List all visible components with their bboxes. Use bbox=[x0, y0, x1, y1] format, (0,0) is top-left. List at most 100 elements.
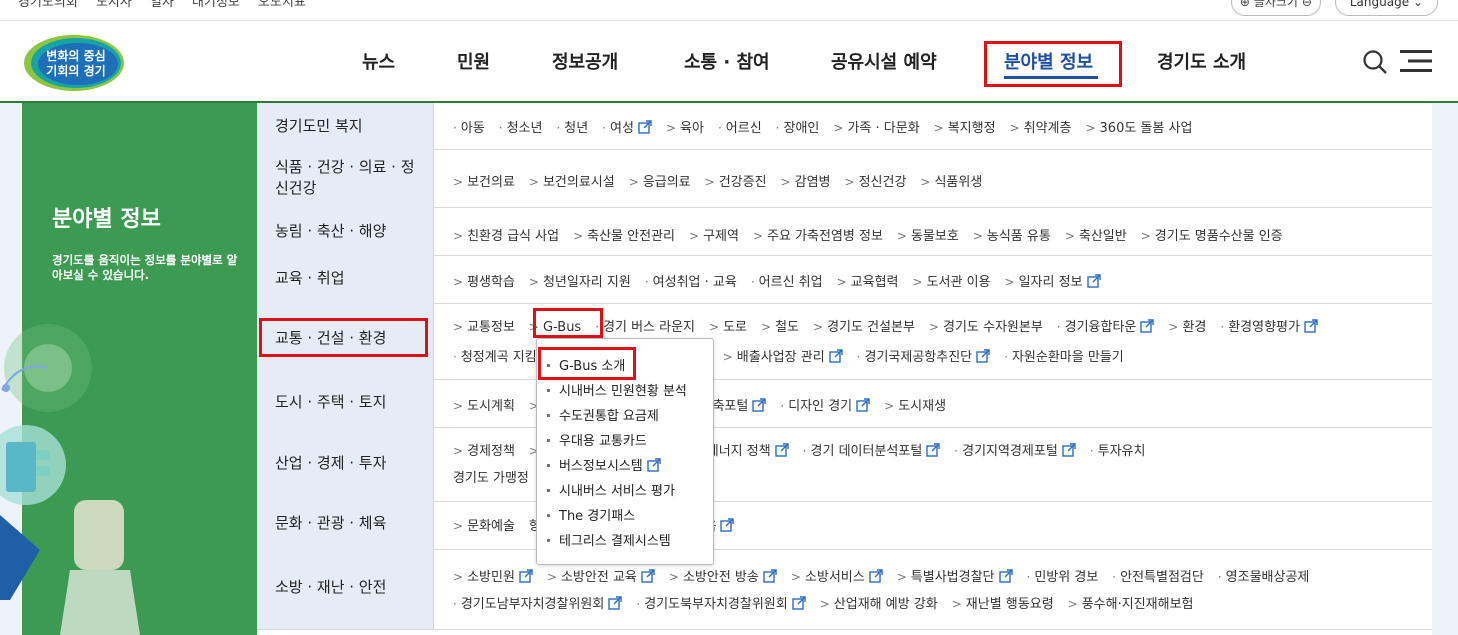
zoom-out-icon[interactable]: ⊖ bbox=[1302, 0, 1312, 9]
category-link[interactable]: >360도 돌봄 사업 bbox=[1085, 121, 1192, 136]
category-link[interactable]: > 감염병 bbox=[781, 175, 831, 190]
utility-link[interactable]: 오도지표 bbox=[258, 0, 306, 10]
category-link[interactable]: > 구제역 bbox=[689, 229, 739, 244]
category-link[interactable]: > 경기도 수자원본부 bbox=[929, 320, 1043, 335]
category-link[interactable]: > 도로 bbox=[709, 320, 747, 335]
category-link[interactable]: > 청년일자리 지원 bbox=[529, 275, 631, 290]
category-link[interactable]: > 보건의료시설 bbox=[529, 175, 615, 190]
submenu-item[interactable]: 시내버스 민원현황 분석 bbox=[547, 380, 687, 399]
utility-link[interactable]: 일자 bbox=[150, 0, 174, 10]
nav-info-disclosure[interactable]: 정보공개 bbox=[552, 48, 618, 74]
category-cell[interactable]: 식품 · 건강 · 의료 · 정신건강 bbox=[257, 149, 434, 207]
utility-link[interactable]: 경기도의회 bbox=[18, 0, 78, 10]
category-link[interactable]: > 경기도 명품수산물 인증 bbox=[1141, 229, 1283, 244]
category-link[interactable]: · 어르신 취업 bbox=[751, 275, 823, 290]
nav-civil-service[interactable]: 민원 bbox=[457, 48, 490, 74]
nav-facility-reservation[interactable]: 공유시설 예약 bbox=[831, 48, 937, 74]
category-link[interactable]: > 철도 bbox=[761, 320, 799, 335]
category-label[interactable]: 소방 · 재난 · 안전 bbox=[275, 577, 386, 598]
category-link[interactable]: > 친환경 급식 사업 bbox=[453, 229, 559, 244]
category-link[interactable]: · 여성취업 · 교육 bbox=[645, 275, 737, 290]
category-link[interactable]: > 동물보호 bbox=[897, 229, 959, 244]
category-label[interactable]: 경기도민 복지 bbox=[275, 116, 363, 137]
category-cell[interactable]: 교육 · 취업 bbox=[257, 255, 434, 303]
category-link[interactable]: > 경기도 건설본부 bbox=[813, 320, 915, 335]
category-link[interactable]: · 영조물배상공제 bbox=[1218, 570, 1310, 585]
zoom-in-icon[interactable]: ⊕ bbox=[1240, 0, 1250, 9]
font-size-control[interactable]: ⊕ 글자크기 ⊖ bbox=[1230, 0, 1321, 16]
category-label[interactable]: 식품 · 건강 · 의료 · 정신건강 bbox=[275, 157, 415, 199]
category-link[interactable]: > 소방서비스 bbox=[791, 569, 883, 585]
utility-link[interactable]: 대기정보 bbox=[192, 0, 240, 10]
category-link[interactable]: · 여성 bbox=[602, 120, 652, 136]
nav-news[interactable]: 뉴스 bbox=[362, 48, 395, 74]
category-link[interactable]: · 어르신 bbox=[718, 121, 762, 136]
category-link[interactable]: > 산업재해 예방 강화 bbox=[820, 597, 938, 612]
category-link[interactable]: > 특별사법경찰단 bbox=[897, 569, 1013, 585]
category-link[interactable]: · 민방위 경보 bbox=[1027, 570, 1099, 585]
category-link[interactable]: > 도시재생 bbox=[884, 399, 946, 414]
category-link[interactable]: > 문화예술 bbox=[453, 519, 515, 534]
category-link[interactable]: > 가족 · 다문화 bbox=[833, 121, 919, 136]
category-link[interactable]: 경기도 가맹정 bbox=[453, 471, 529, 486]
category-link[interactable]: > 정신건강 bbox=[845, 175, 907, 190]
submenu-item[interactable]: The 경기패스 bbox=[547, 505, 635, 524]
nav-participation[interactable]: 소통 · 참여 bbox=[684, 48, 770, 74]
category-link[interactable]: > 환경 bbox=[1168, 320, 1206, 335]
submenu-item[interactable]: 수도권통합 요금제 bbox=[547, 405, 659, 424]
category-link[interactable]: > 취약계층 bbox=[1010, 121, 1072, 136]
category-link[interactable]: · 경기융합타운 bbox=[1057, 319, 1155, 335]
category-cell[interactable]: 농림 · 축산 · 해양 bbox=[257, 207, 434, 255]
category-link[interactable]: · 경기국제공항추진단 bbox=[857, 349, 990, 365]
category-link[interactable]: > 주요 가축전염병 정보 bbox=[753, 229, 883, 244]
menu-icon[interactable] bbox=[1400, 49, 1432, 73]
category-link[interactable]: · 경기 버스 라운지 bbox=[595, 320, 695, 335]
category-link[interactable]: · 청년 bbox=[556, 121, 588, 136]
category-link[interactable]: > 소방안전 방송 bbox=[669, 569, 777, 585]
category-link[interactable]: · 청정계곡 지킴 bbox=[453, 350, 537, 365]
category-link[interactable]: · 장애인 bbox=[776, 121, 820, 136]
category-link[interactable]: > 건강증진 bbox=[705, 175, 767, 190]
category-link[interactable]: · 경기도북부자치경찰위원회 bbox=[636, 596, 806, 612]
submenu-item[interactable]: 테그리스 결제시스템 bbox=[547, 530, 671, 549]
search-icon[interactable] bbox=[1362, 49, 1388, 75]
category-link[interactable]: · 경기지역경제포털 bbox=[954, 443, 1076, 459]
category-link[interactable]: · 환경영향평가 bbox=[1220, 319, 1318, 335]
category-link[interactable]: > 응급의료 bbox=[629, 175, 691, 190]
category-link[interactable]: > 축산물 안전관리 bbox=[573, 229, 675, 244]
language-button[interactable]: Language ⌄ bbox=[1334, 0, 1438, 16]
category-label[interactable]: 교육 · 취업 bbox=[275, 268, 345, 289]
category-cell[interactable]: 도시 · 주택 · 토지 bbox=[257, 379, 434, 427]
category-link[interactable]: > 소방안전 교육 bbox=[547, 569, 655, 585]
category-link[interactable]: > 경제정책 bbox=[453, 444, 515, 459]
category-cell[interactable]: 경기도민 복지 bbox=[257, 103, 434, 149]
category-cell[interactable]: 산업 · 경제 · 투자 bbox=[257, 427, 434, 501]
category-link[interactable]: > 도서관 이용 bbox=[913, 275, 991, 290]
category-link[interactable]: > 재난별 행동요령 bbox=[952, 597, 1054, 612]
category-link[interactable]: · 아동 bbox=[453, 121, 485, 136]
category-link[interactable]: · 투자유치 bbox=[1090, 444, 1146, 459]
category-cell[interactable]: 소방 · 재난 · 안전 bbox=[257, 549, 434, 629]
category-label[interactable]: 도시 · 주택 · 토지 bbox=[275, 392, 386, 413]
category-link[interactable]: > 배출사업장 관리 bbox=[723, 349, 843, 365]
submenu-item[interactable]: 버스정보시스템 bbox=[547, 455, 661, 476]
category-link[interactable]: · 안전특별점검단 bbox=[1112, 570, 1204, 585]
category-link[interactable]: > 평생학습 bbox=[453, 275, 515, 290]
category-link[interactable]: · 청소년 bbox=[499, 121, 543, 136]
nav-about-gyeonggi[interactable]: 경기도 소개 bbox=[1157, 48, 1246, 74]
category-link[interactable]: > 일자리 정보 bbox=[1005, 274, 1101, 290]
utility-link[interactable]: 도지사 bbox=[96, 0, 132, 10]
site-logo[interactable]: 변화의 중심 기회의 경기 bbox=[22, 33, 126, 93]
category-link[interactable]: > 식품위생 bbox=[920, 175, 982, 190]
category-link[interactable]: > 육아 bbox=[666, 121, 704, 136]
category-label[interactable]: 농림 · 축산 · 해양 bbox=[275, 221, 386, 242]
category-link[interactable]: · 경기도남부자치경찰위원회 bbox=[453, 596, 623, 612]
category-link[interactable]: > 농식품 유통 bbox=[973, 229, 1051, 244]
category-link[interactable]: > 교통정보 bbox=[453, 320, 515, 335]
category-link[interactable]: > 소방민원 bbox=[453, 569, 533, 585]
category-link[interactable]: · 경기 데이터분석포털 bbox=[803, 443, 941, 459]
category-link[interactable]: > 교육협력 bbox=[837, 275, 899, 290]
submenu-item[interactable]: 우대용 교통카드 bbox=[547, 430, 647, 449]
category-link[interactable]: > 도시계획 bbox=[453, 399, 515, 414]
category-link[interactable]: > 축산일반 bbox=[1065, 229, 1127, 244]
